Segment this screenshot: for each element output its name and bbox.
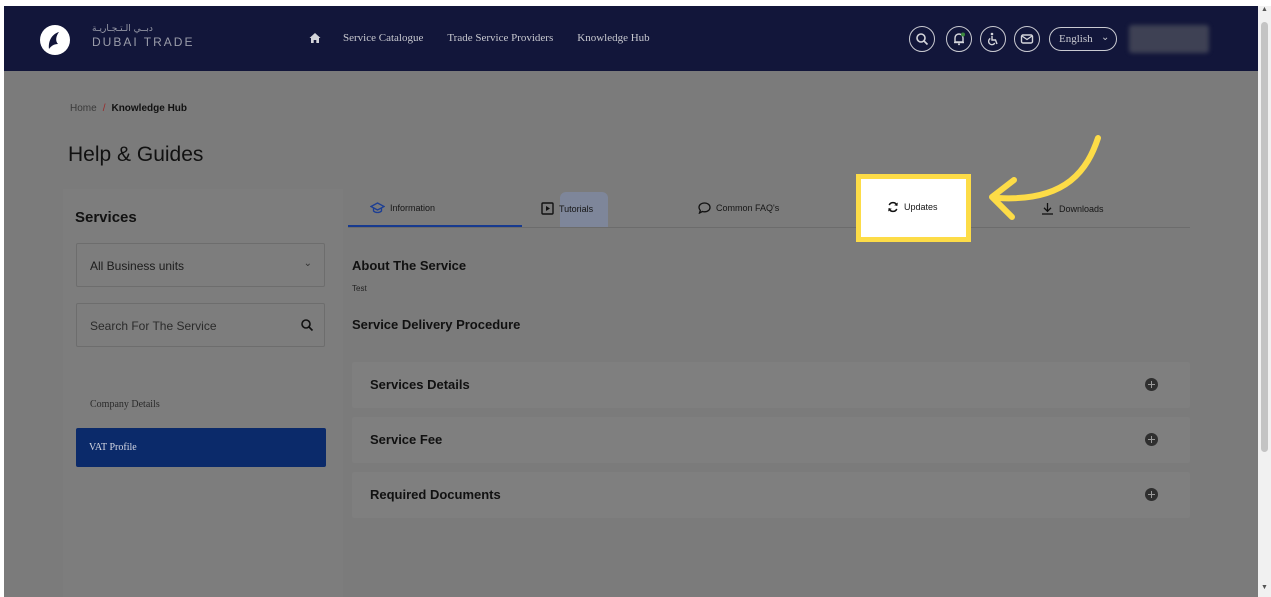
- page-frame: دبــي الـتـجـاريـة DUBAI TRADE Service C…: [4, 6, 1258, 597]
- active-tab-indicator: [348, 225, 522, 227]
- tabs-divider: [348, 227, 1190, 228]
- procedure-heading: Service Delivery Procedure: [352, 317, 521, 332]
- chat-bubble-icon: [698, 202, 711, 214]
- breadcrumb: Home / Knowledge Hub: [70, 103, 187, 114]
- chevron-down-icon: ⌄: [1101, 32, 1110, 43]
- refresh-icon: [888, 201, 898, 213]
- callout-arrow-icon: [989, 135, 1101, 220]
- breadcrumb-current: Knowledge Hub: [111, 103, 188, 114]
- search-icon: [916, 33, 929, 46]
- scroll-down-icon[interactable]: ▼: [1261, 584, 1268, 591]
- accordion-services-details[interactable]: Services Details: [352, 362, 1190, 408]
- breadcrumb-home[interactable]: Home: [70, 103, 97, 114]
- about-service-heading: About The Service: [352, 258, 467, 273]
- nav-service-catalogue[interactable]: Service Catalogue: [343, 32, 423, 44]
- nav-knowledge-hub[interactable]: Knowledge Hub: [577, 32, 649, 44]
- tab-updates[interactable]: Updates: [887, 201, 938, 213]
- user-profile-menu[interactable]: [1129, 25, 1209, 53]
- business-unit-select[interactable]: All Business units ⌄: [76, 243, 325, 287]
- tab-common-faqs[interactable]: Common FAQ's: [698, 202, 779, 214]
- about-service-text: Test: [352, 284, 367, 293]
- logo-english-text: DUBAI TRADE: [92, 35, 195, 49]
- tab-label: Updates: [904, 202, 938, 212]
- main-nav: Service Catalogue Trade Service Provider…: [309, 32, 674, 44]
- home-icon[interactable]: [309, 32, 321, 44]
- expand-plus-icon[interactable]: [1145, 488, 1158, 501]
- search-button[interactable]: [909, 26, 935, 52]
- accessibility-icon: [988, 32, 998, 46]
- messages-button[interactable]: [1014, 26, 1040, 52]
- expand-plus-icon[interactable]: [1145, 433, 1158, 446]
- services-heading: Services: [75, 209, 137, 226]
- mail-icon: [1020, 34, 1034, 44]
- updates-tab-callout: Updates: [856, 174, 971, 242]
- play-box-icon: [541, 202, 554, 215]
- tab-tutorials[interactable]: Tutorials: [541, 202, 593, 215]
- service-search-input[interactable]: Search For The Service: [76, 303, 325, 347]
- tab-information[interactable]: Information: [370, 202, 435, 214]
- language-selector[interactable]: English ⌄: [1049, 27, 1117, 51]
- accessibility-button[interactable]: [980, 26, 1006, 52]
- page-title: Help & Guides: [68, 143, 204, 166]
- breadcrumb-separator: /: [102, 103, 106, 114]
- accordion-required-documents[interactable]: Required Documents: [352, 472, 1190, 518]
- scroll-up-icon[interactable]: ▲: [1261, 6, 1268, 13]
- business-unit-value: All Business units: [90, 259, 185, 273]
- notifications-button[interactable]: [946, 26, 972, 52]
- tab-label: Information: [390, 203, 436, 213]
- expand-plus-icon[interactable]: [1145, 378, 1158, 391]
- accordion-label: Services Details: [370, 377, 470, 392]
- accordion-service-fee[interactable]: Service Fee: [352, 417, 1190, 463]
- graduation-cap-icon: [370, 202, 385, 214]
- sidebar-item-vat-profile[interactable]: VAT Profile: [76, 428, 326, 467]
- search-icon[interactable]: [300, 318, 314, 332]
- top-navigation-bar: دبــي الـتـجـاريـة DUBAI TRADE Service C…: [4, 6, 1258, 71]
- tab-label: Tutorials: [559, 203, 594, 214]
- accordion-label: Required Documents: [370, 487, 501, 502]
- bell-icon: [954, 32, 965, 46]
- accordion-label: Service Fee: [370, 432, 443, 447]
- language-label: English: [1059, 33, 1093, 45]
- search-placeholder: Search For The Service: [90, 319, 217, 333]
- chevron-down-icon: ⌄: [303, 258, 312, 269]
- scrollbar-thumb[interactable]: [1261, 22, 1268, 452]
- logo-arabic-text: دبــي الـتـجـاريـة: [92, 24, 153, 34]
- dubai-trade-logo-icon[interactable]: [40, 25, 70, 55]
- tab-label: Common FAQ's: [716, 203, 780, 213]
- nav-trade-service-providers[interactable]: Trade Service Providers: [447, 32, 553, 44]
- sidebar-item-company-details[interactable]: Company Details: [90, 399, 160, 410]
